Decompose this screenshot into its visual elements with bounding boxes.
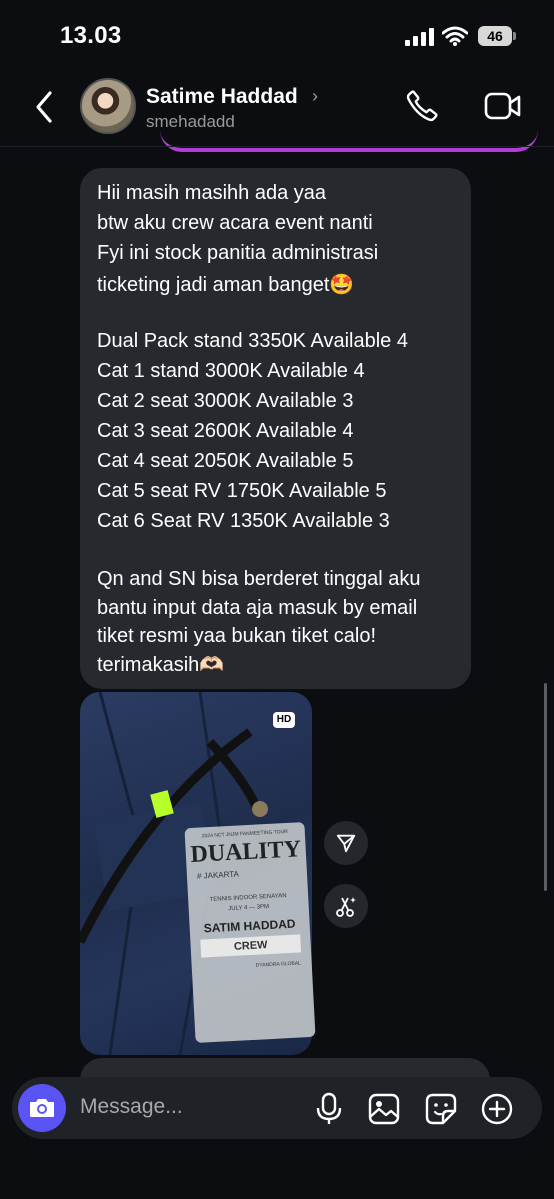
message-line: Cat 4 seat 2050K Available 5 <box>97 450 354 472</box>
message-line: Cat 3 seat 2600K Available 4 <box>97 420 354 442</box>
wifi-icon <box>442 26 468 46</box>
message-line: terimakasih🫶🏻 <box>97 654 225 676</box>
message-line: Hii masih masihh ada yaa <box>97 182 326 204</box>
message-line: Qn and SN bisa berderet tinggal aku <box>97 568 421 590</box>
status-time: 13.03 <box>60 22 122 49</box>
message-line: tiket resmi yaa bukan tiket calo! <box>97 625 377 647</box>
message-line: Cat 6 Seat RV 1350K Available 3 <box>97 510 390 532</box>
battery-tip <box>513 32 516 40</box>
message-line: bantu input data aja masuk by email <box>97 597 418 619</box>
camera-icon <box>30 1099 54 1117</box>
hd-badge: HD <box>273 712 295 728</box>
share-button[interactable] <box>324 821 368 865</box>
cellular-signal-icon <box>405 28 434 46</box>
back-chevron-icon[interactable] <box>32 90 58 124</box>
message-line: Cat 1 stand 3000K Available 4 <box>97 360 365 382</box>
contact-handle[interactable]: smehadadd <box>146 112 235 132</box>
message-line: Fyi ini stock panitia administrasi <box>97 242 379 264</box>
message-input[interactable] <box>80 1095 300 1119</box>
message-line: Cat 2 seat 3000K Available 3 <box>97 390 354 412</box>
send-icon <box>336 834 356 853</box>
avatar[interactable] <box>80 78 136 134</box>
message-line: Dual Pack stand 3350K Available 4 <box>97 330 408 352</box>
microphone-icon[interactable] <box>314 1092 344 1126</box>
video-camera-icon[interactable] <box>484 91 522 121</box>
remix-button[interactable] <box>324 884 368 928</box>
crew-badge: 2024 NCT JNJM FANMEETING TOUR DUALITY # … <box>184 822 316 1043</box>
plus-circle-icon[interactable] <box>480 1092 514 1126</box>
message-line: ticketing jadi aman banget🤩 <box>97 274 355 296</box>
header-divider <box>0 146 554 147</box>
phone-icon[interactable] <box>404 88 440 124</box>
battery-indicator: 46 <box>478 26 512 46</box>
message-line: Cat 5 seat RV 1750K Available 5 <box>97 480 387 502</box>
contact-name[interactable]: Satime Haddad <box>146 85 298 109</box>
remix-icon <box>336 897 356 917</box>
sticker-icon[interactable] <box>424 1092 458 1126</box>
camera-button[interactable] <box>18 1084 66 1132</box>
chevron-right-icon[interactable]: › <box>312 86 318 107</box>
scrollbar[interactable] <box>544 683 547 891</box>
message-line: btw aku crew acara event nanti <box>97 212 373 234</box>
image-icon[interactable] <box>367 1092 401 1126</box>
